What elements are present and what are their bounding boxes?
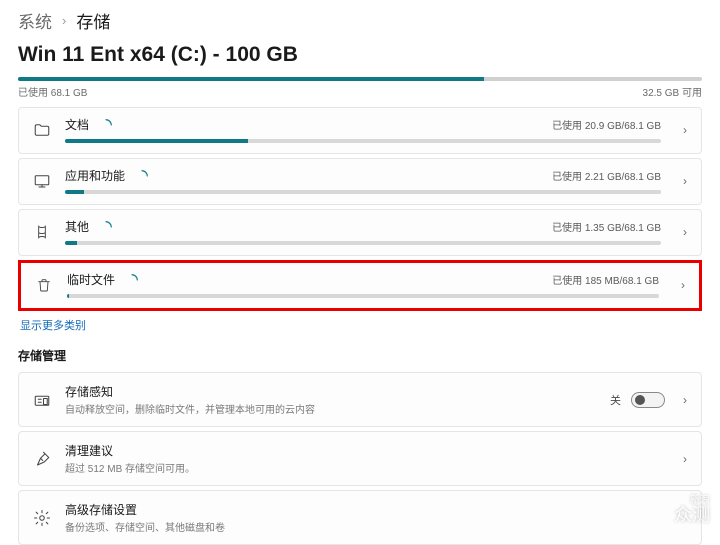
category-card-apps[interactable]: 应用和功能 已使用 2.21 GB/68.1 GB › bbox=[18, 158, 702, 205]
spinner-icon bbox=[99, 118, 113, 132]
category-card-folder[interactable]: 文档 已使用 20.9 GB/68.1 GB › bbox=[18, 107, 702, 154]
category-card-other[interactable]: 其他 已使用 1.35 GB/68.1 GB › bbox=[18, 209, 702, 256]
mgmt-card-sense[interactable]: 存储感知自动释放空间，删除临时文件，并管理本地可用的云内容关 › bbox=[18, 372, 702, 427]
spinner-icon bbox=[125, 273, 139, 287]
sense-icon bbox=[33, 391, 51, 409]
drive-title: Win 11 Ent x64 (C:) - 100 GB bbox=[18, 43, 702, 67]
mgmt-title: 存储感知 bbox=[65, 383, 596, 400]
trash-icon bbox=[35, 276, 53, 294]
mgmt-desc: 备份选项、存储空间、其他磁盘和卷 bbox=[65, 519, 673, 534]
mgmt-title: 高级存储设置 bbox=[65, 501, 673, 518]
spinner-icon bbox=[135, 169, 149, 183]
mgmt-card-broom[interactable]: 清理建议超过 512 MB 存储空间可用。 › bbox=[18, 431, 702, 486]
free-label: 32.5 GB 可用 bbox=[643, 84, 702, 99]
breadcrumb: 系统 › 存储 bbox=[18, 8, 702, 33]
chevron-right-icon: › bbox=[683, 393, 687, 407]
breadcrumb-parent[interactable]: 系统 bbox=[18, 8, 52, 33]
gear-icon bbox=[33, 509, 51, 527]
toggle-label: 关 bbox=[610, 392, 621, 408]
breadcrumb-current: 存储 bbox=[76, 8, 110, 33]
chevron-right-icon: › bbox=[681, 278, 685, 292]
show-more-link[interactable]: 显示更多类别 bbox=[20, 317, 702, 333]
category-title: 文档 bbox=[65, 116, 89, 133]
category-usage: 已使用 185 MB/68.1 GB bbox=[552, 272, 659, 287]
chevron-right-icon: › bbox=[683, 174, 687, 188]
category-bar bbox=[65, 139, 661, 143]
mgmt-desc: 超过 512 MB 存储空间可用。 bbox=[65, 460, 661, 475]
section-title-storage-mgmt: 存储管理 bbox=[18, 347, 702, 364]
category-card-trash[interactable]: 临时文件 已使用 185 MB/68.1 GB › bbox=[18, 260, 702, 311]
category-title: 临时文件 bbox=[67, 271, 115, 288]
chevron-right-icon: › bbox=[683, 225, 687, 239]
category-usage: 已使用 1.35 GB/68.1 GB bbox=[552, 219, 661, 234]
apps-icon bbox=[33, 172, 51, 190]
category-usage: 已使用 2.21 GB/68.1 GB bbox=[552, 168, 661, 183]
broom-icon bbox=[33, 450, 51, 468]
mgmt-desc: 自动释放空间，删除临时文件，并管理本地可用的云内容 bbox=[65, 401, 596, 416]
used-label: 已使用 68.1 GB bbox=[18, 84, 87, 99]
toggle-switch[interactable] bbox=[631, 392, 665, 408]
spinner-icon bbox=[99, 220, 113, 234]
chevron-right-icon: › bbox=[62, 13, 66, 28]
other-icon bbox=[33, 223, 51, 241]
category-usage: 已使用 20.9 GB/68.1 GB bbox=[552, 117, 661, 132]
mgmt-title: 清理建议 bbox=[65, 442, 661, 459]
chevron-right-icon: › bbox=[683, 123, 687, 137]
mgmt-card-gear[interactable]: 高级存储设置备份选项、存储空间、其他磁盘和卷 bbox=[18, 490, 702, 545]
category-bar bbox=[65, 190, 661, 194]
category-title: 其他 bbox=[65, 218, 89, 235]
folder-icon bbox=[33, 121, 51, 139]
category-bar bbox=[65, 241, 661, 245]
category-title: 应用和功能 bbox=[65, 167, 125, 184]
category-bar bbox=[67, 294, 659, 298]
chevron-right-icon: › bbox=[683, 452, 687, 466]
drive-usage-bar: 已使用 68.1 GB 32.5 GB 可用 bbox=[18, 77, 702, 99]
